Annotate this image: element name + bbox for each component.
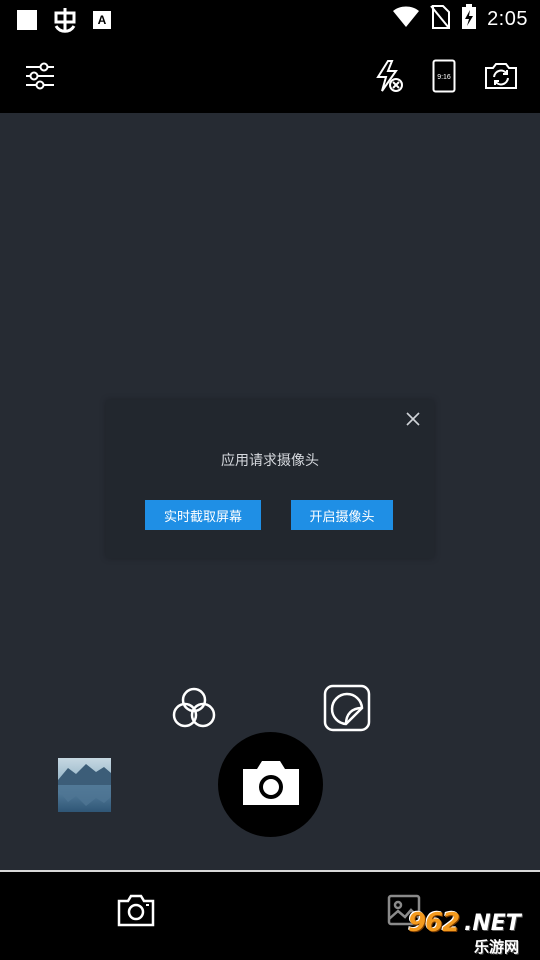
aspect-ratio-button[interactable]: 9:16 <box>422 38 466 113</box>
camera-permission-dialog: 应用请求摄像头 实时截取屏幕 开启摄像头 <box>106 400 434 558</box>
settings-sliders-icon <box>24 61 56 91</box>
sticker-button[interactable] <box>322 684 374 732</box>
svg-text:A: A <box>98 13 107 27</box>
filter-button[interactable] <box>168 684 220 736</box>
bug-icon <box>52 6 78 38</box>
flash-off-icon <box>372 59 404 93</box>
shutter-camera-icon <box>239 759 303 811</box>
capture-screen-button[interactable]: 实时截取屏幕 <box>145 500 261 530</box>
camera-tab-icon <box>116 892 156 932</box>
open-camera-button[interactable]: 开启摄像头 <box>291 500 393 530</box>
dialog-close-button[interactable] <box>402 410 424 432</box>
top-toolbar: 9:16 <box>0 38 540 113</box>
aspect-ratio-text: 9:16 <box>437 74 451 81</box>
settings-button[interactable] <box>18 38 62 113</box>
switch-camera-button[interactable] <box>478 38 524 113</box>
watermark-number: 962 <box>408 908 460 938</box>
flash-button[interactable] <box>366 38 410 113</box>
watermark-net: .NET <box>464 911 521 936</box>
dialog-message: 应用请求摄像头 <box>221 453 319 469</box>
a-keyboard-icon: A <box>92 10 112 34</box>
no-sim-icon <box>429 4 451 34</box>
filter-icon <box>168 687 220 740</box>
watermark-logo: 962 .NET 乐游网 <box>402 908 538 958</box>
status-time: 2:05 <box>487 7 528 30</box>
close-icon <box>405 411 421 431</box>
shutter-button[interactable] <box>218 732 323 837</box>
sticker-icon <box>322 684 372 736</box>
tab-camera[interactable] <box>106 882 166 942</box>
status-bar: A 2:05 <box>0 0 540 38</box>
gallery-thumbnail[interactable] <box>58 758 111 812</box>
switch-camera-icon <box>483 61 519 91</box>
aspect-ratio-icon: 9:16 <box>432 59 456 93</box>
watermark-cn: 乐游网 <box>474 938 520 956</box>
wifi-icon <box>393 6 420 32</box>
square-notification-icon <box>16 9 38 35</box>
battery-charging-icon <box>461 4 477 34</box>
